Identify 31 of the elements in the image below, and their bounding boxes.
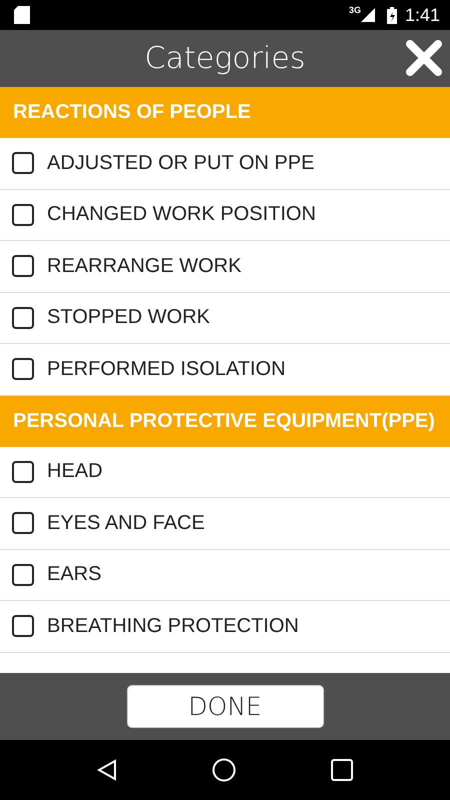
clock: 1:41 — [404, 4, 440, 26]
category-label[interactable]: EYES AND FACE — [47, 512, 205, 535]
checkbox[interactable] — [12, 358, 34, 380]
close-button[interactable] — [404, 38, 444, 78]
sd-card-icon — [14, 6, 30, 24]
checkbox[interactable] — [12, 255, 34, 278]
checkbox[interactable] — [12, 204, 34, 226]
network-type: 3G — [348, 5, 361, 15]
checkbox[interactable] — [12, 615, 34, 638]
done-button[interactable]: DONE — [126, 685, 324, 728]
checkbox[interactable] — [12, 564, 34, 586]
battery-icon — [386, 6, 397, 24]
category-label[interactable]: EARS — [47, 563, 102, 586]
recents-icon[interactable] — [330, 759, 353, 781]
checkbox[interactable] — [12, 152, 34, 174]
home-icon[interactable] — [212, 758, 236, 782]
category-label[interactable]: BREATHING PROTECTION — [47, 614, 299, 638]
category-label[interactable]: REARRANGE WORK — [47, 254, 242, 278]
category-label[interactable]: STOPPED WORK — [47, 306, 210, 330]
screen-title: Categories — [144, 41, 306, 76]
category-label[interactable]: ADJUSTED OR PUT ON PPE — [47, 152, 314, 175]
signal-icon — [360, 8, 375, 22]
checkbox[interactable] — [12, 306, 34, 329]
back-icon[interactable] — [97, 759, 118, 781]
checkbox[interactable] — [12, 512, 34, 534]
category-label[interactable]: CHANGED WORK POSITION — [47, 203, 316, 226]
category-label[interactable]: HEAD — [47, 460, 103, 484]
checkbox[interactable] — [12, 460, 34, 483]
section-header: REACTIONS OF PEOPLE — [0, 87, 450, 138]
section-header: PERSONAL PROTECTIVE EQUIPMENT(PPE) — [0, 396, 450, 446]
category-label[interactable]: PERFORMED ISOLATION — [47, 358, 286, 381]
